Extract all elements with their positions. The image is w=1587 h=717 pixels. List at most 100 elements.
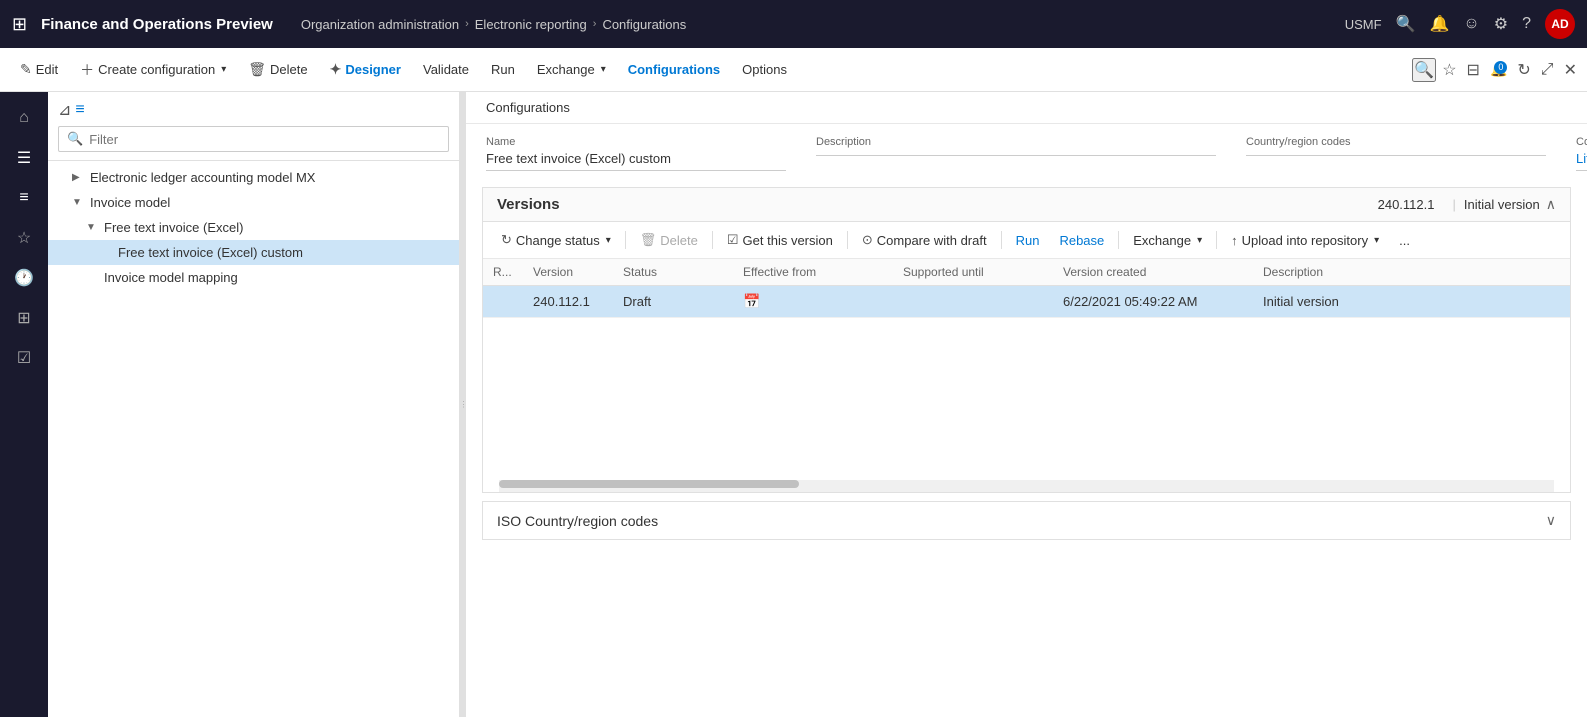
- edit-icon: ✎: [20, 61, 32, 78]
- clock-icon[interactable]: 🕐: [6, 260, 42, 296]
- tree-item-electronic-ledger[interactable]: ▶ Electronic ledger accounting model MX: [48, 165, 459, 190]
- provider-value[interactable]: Litware, Inc.: [1576, 151, 1587, 171]
- breadcrumb-configs[interactable]: Configurations: [602, 17, 686, 32]
- run-version-label: Run: [1016, 233, 1040, 248]
- edit-button[interactable]: ✎ Edit: [10, 55, 68, 84]
- more-btn[interactable]: ...: [1391, 229, 1418, 252]
- top-nav: ⊞ Finance and Operations Preview Organiz…: [0, 0, 1587, 48]
- toolbar-search-button[interactable]: 🔍: [1412, 58, 1436, 82]
- rebase-btn[interactable]: Rebase: [1051, 229, 1112, 252]
- tree-item-invoice-model[interactable]: ▼ Invoice model: [48, 190, 459, 215]
- refresh-icon[interactable]: ↻: [1517, 60, 1530, 80]
- content-breadcrumb: Configurations: [466, 92, 1587, 124]
- star-icon[interactable]: ☆: [6, 220, 42, 256]
- configurations-button[interactable]: Configurations: [618, 56, 730, 83]
- toolbar-search: 🔍: [1412, 58, 1436, 82]
- tree-item-free-text-excel-custom[interactable]: Free text invoice (Excel) custom: [48, 240, 459, 265]
- create-label: Create configuration: [98, 62, 215, 77]
- help-btn[interactable]: ?: [1522, 15, 1531, 33]
- vt-sep-4: [1001, 231, 1002, 249]
- versions-initial: Initial version: [1464, 197, 1540, 212]
- name-value[interactable]: Free text invoice (Excel) custom: [486, 151, 786, 171]
- avatar[interactable]: AD: [1545, 9, 1575, 39]
- breadcrumb-nav: Organization administration › Electronic…: [301, 17, 1337, 32]
- breadcrumb-org[interactable]: Organization administration: [301, 17, 459, 32]
- filter-input[interactable]: [89, 132, 440, 147]
- rebase-label: Rebase: [1059, 233, 1104, 248]
- app-grid-icon[interactable]: ⊞: [12, 14, 27, 35]
- top-nav-right: USMF 🔍 🔔 ☺ ⚙ ? AD: [1345, 9, 1575, 39]
- description-value[interactable]: [816, 151, 1216, 156]
- expand-icon[interactable]: ⤢: [1541, 61, 1554, 79]
- col-header-created: Version created: [1053, 259, 1253, 286]
- delete-button[interactable]: 🗑 Delete: [238, 55, 317, 84]
- iso-header[interactable]: ISO Country/region codes ∨: [483, 502, 1570, 539]
- validate-label: Validate: [423, 62, 469, 77]
- compare-btn[interactable]: ⊙ Compare with draft: [854, 228, 995, 252]
- tree-list-icon[interactable]: ≡: [75, 101, 84, 119]
- country-value[interactable]: [1246, 151, 1546, 156]
- filter-input-container: 🔍: [58, 126, 449, 152]
- smiley-btn[interactable]: ☺: [1463, 15, 1479, 33]
- calendar-icon[interactable]: 📅: [743, 293, 760, 309]
- field-name: Name Free text invoice (Excel) custom: [486, 136, 786, 171]
- gear-btn[interactable]: ⚙: [1494, 14, 1508, 34]
- upload-btn[interactable]: ↑ Upload into repository ▾: [1223, 229, 1387, 252]
- checklist-icon[interactable]: ☑: [6, 340, 42, 376]
- run-button[interactable]: Run: [481, 56, 525, 83]
- description-label: Description: [816, 136, 1216, 148]
- filter-icon[interactable]: ☰: [6, 140, 42, 176]
- validate-button[interactable]: Validate: [413, 56, 479, 83]
- scroll-thumb[interactable]: [499, 480, 799, 488]
- tree-item-invoice-mapping[interactable]: Invoice model mapping: [48, 265, 459, 290]
- exchange-version-arrow: ▾: [1197, 235, 1202, 246]
- tree-toggle-free-text-excel: ▼: [86, 222, 100, 233]
- get-version-btn[interactable]: ☑ Get this version: [719, 228, 841, 252]
- vt-sep-2: [712, 231, 713, 249]
- grid-icon[interactable]: ⊞: [6, 300, 42, 336]
- bell-btn[interactable]: 🔔: [1429, 14, 1449, 34]
- list-icon[interactable]: ≡: [6, 180, 42, 216]
- cell-effective: 📅: [733, 286, 893, 318]
- exchange-version-btn[interactable]: Exchange ▾: [1125, 229, 1210, 252]
- versions-collapse-btn[interactable]: ∧: [1546, 196, 1556, 213]
- upload-label: Upload into repository: [1242, 233, 1368, 248]
- cell-status: Draft: [613, 286, 733, 318]
- col-header-r: R...: [483, 259, 523, 286]
- options-button[interactable]: Options: [732, 56, 797, 83]
- horizontal-scrollbar[interactable]: [499, 480, 1554, 492]
- designer-icon: ✦: [330, 61, 342, 78]
- breadcrumb-er[interactable]: Electronic reporting: [475, 17, 587, 32]
- nav-panel: ⊿ ≡ 🔍 ▶ Electronic ledger accounting mod…: [48, 92, 460, 717]
- notification-badge-icon[interactable]: 🔔 0: [1490, 61, 1507, 79]
- home-icon[interactable]: ⌂: [6, 100, 42, 136]
- cell-version: 240.112.1: [523, 286, 613, 318]
- chevron-icon-1: ›: [465, 18, 469, 30]
- tree-item-label-free-text-custom: Free text invoice (Excel) custom: [118, 245, 303, 260]
- designer-label: Designer: [345, 62, 401, 77]
- delete-version-icon: 🗑: [640, 232, 657, 248]
- versions-title: Versions: [497, 196, 1378, 213]
- favorite-icon[interactable]: ☆: [1442, 60, 1456, 80]
- exchange-button[interactable]: Exchange ▾: [527, 56, 616, 83]
- upload-icon: ↑: [1231, 233, 1238, 248]
- run-version-btn[interactable]: Run: [1008, 229, 1048, 252]
- tree-item-free-text-excel[interactable]: ▼ Free text invoice (Excel): [48, 215, 459, 240]
- col-header-description: Description: [1253, 259, 1570, 286]
- close-icon[interactable]: ✕: [1564, 60, 1577, 80]
- panel-icon[interactable]: ⊟: [1467, 60, 1480, 80]
- designer-button[interactable]: ✦ Designer: [320, 55, 411, 84]
- field-country: Country/region codes: [1246, 136, 1546, 171]
- cell-description: Initial version: [1253, 286, 1570, 318]
- change-status-btn[interactable]: ↻ Change status ▾: [493, 228, 619, 252]
- table-header-row: R... Version Status Effective from Suppo…: [483, 259, 1570, 286]
- org-label: USMF: [1345, 17, 1382, 32]
- tree-filter-icon[interactable]: ⊿: [58, 100, 71, 120]
- content-breadcrumb-label: Configurations: [486, 100, 570, 115]
- vt-sep-1: [625, 231, 626, 249]
- delete-label: Delete: [270, 62, 308, 77]
- search-btn[interactable]: 🔍: [1396, 14, 1416, 34]
- create-config-button[interactable]: ＋ Create configuration ▾: [70, 54, 236, 86]
- delete-version-btn[interactable]: 🗑 Delete: [632, 228, 706, 252]
- table-row[interactable]: 240.112.1 Draft 📅 6/22/2021 05:49:22 AM …: [483, 286, 1570, 318]
